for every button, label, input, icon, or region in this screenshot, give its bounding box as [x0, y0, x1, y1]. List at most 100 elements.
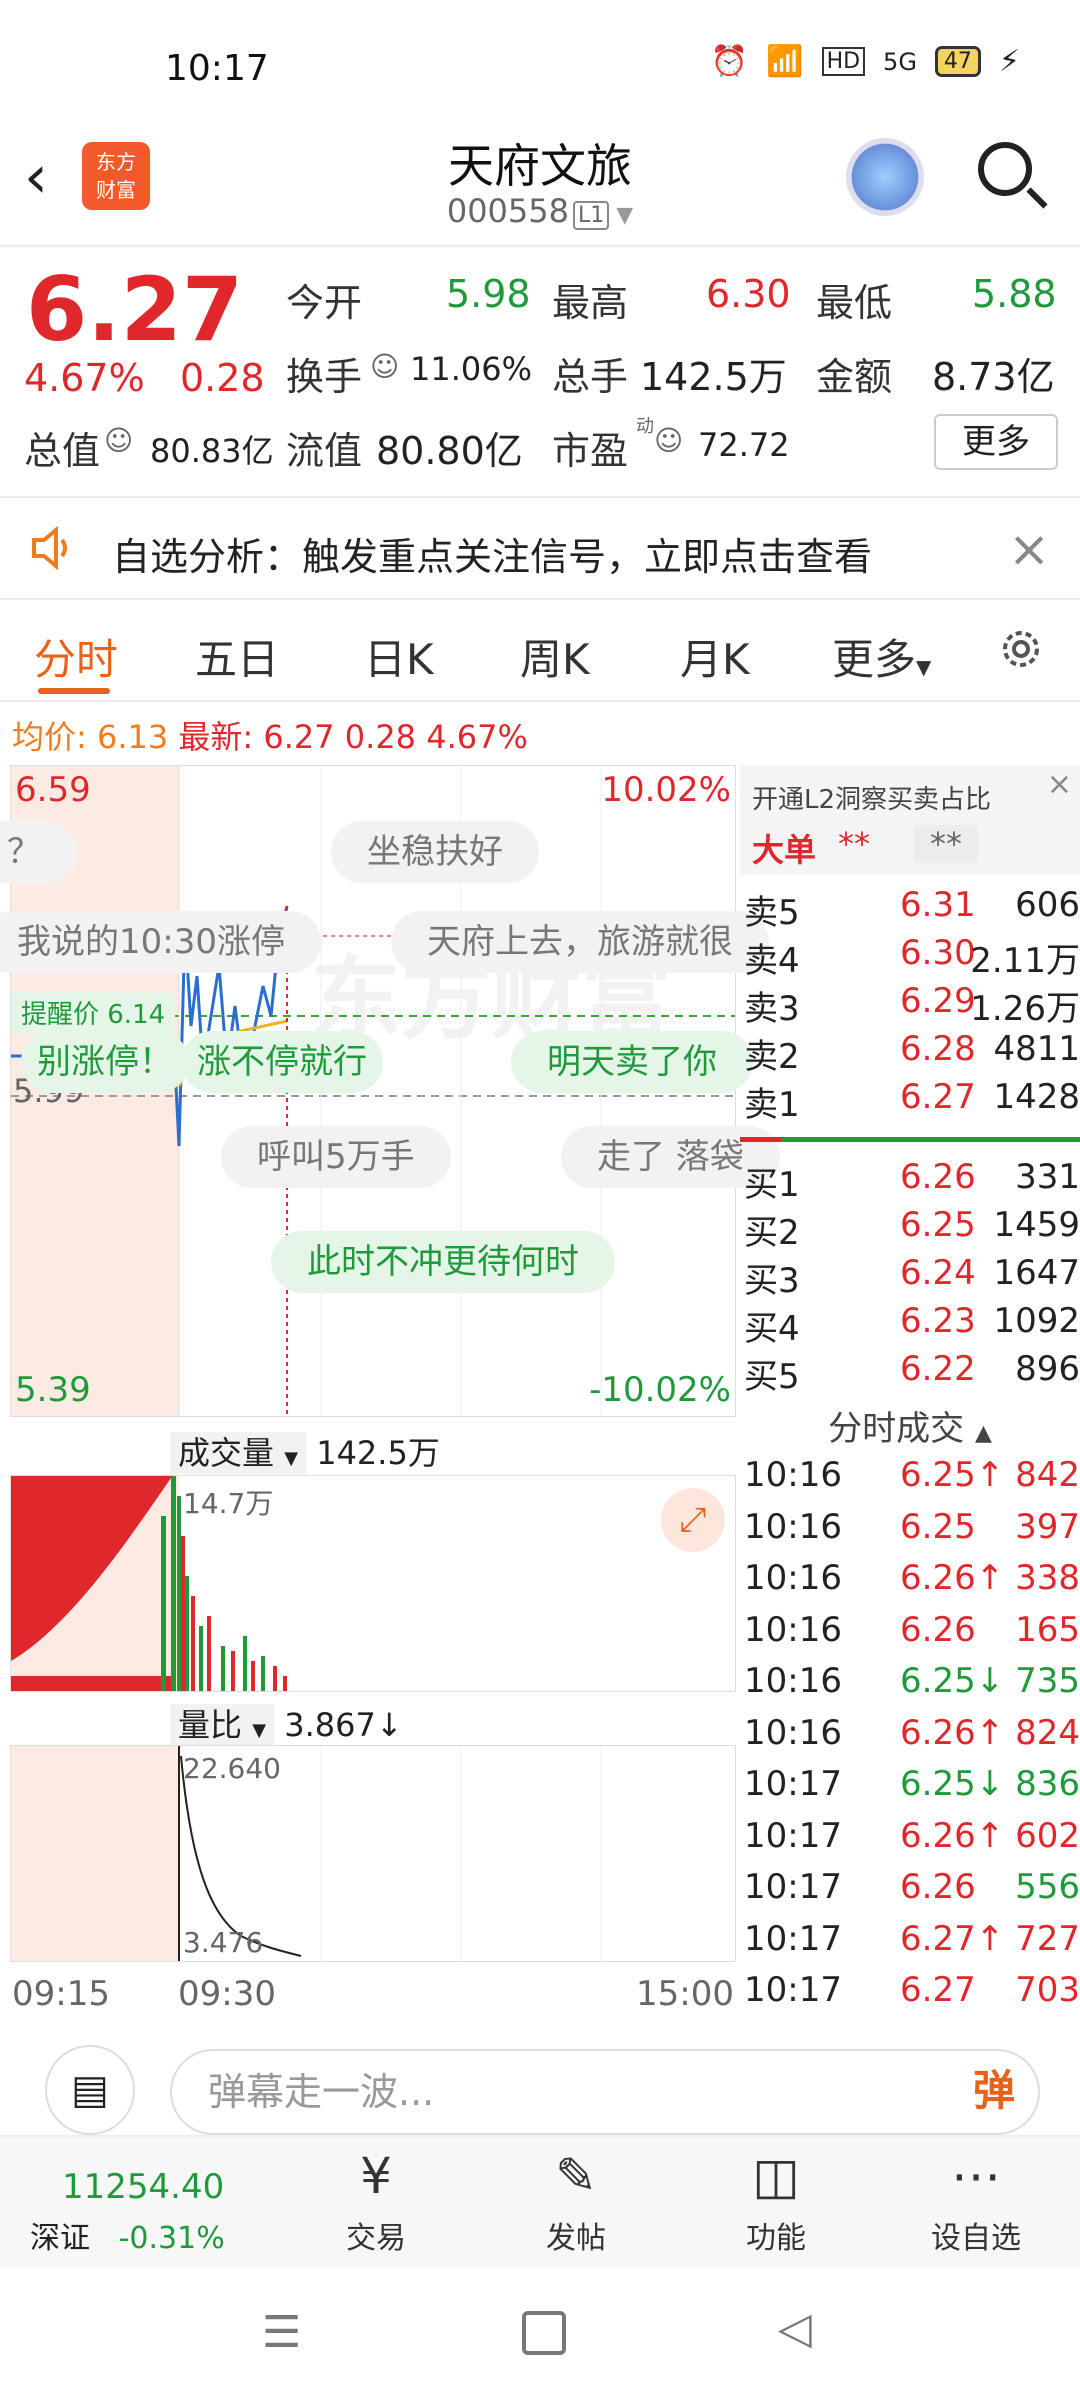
mktcap-value: 80.83亿 [150, 432, 274, 470]
volume-selector[interactable]: 成交量 ▼ [170, 1432, 307, 1474]
ticks-header[interactable]: 分时成交 ▲ [740, 1401, 1080, 1450]
latest-label: 最新: [178, 718, 254, 756]
tab-daily[interactable]: 日K [364, 626, 434, 687]
info-icon[interactable]: ☺ [104, 424, 133, 457]
l2-promo[interactable]: 开通L2洞察买卖占比 × 大单 ** ** [740, 765, 1080, 875]
tick-qty: 836 [1015, 1764, 1080, 1804]
search-icon[interactable] [978, 142, 1032, 196]
danmu-item[interactable]: 此时不冲更待何时 [271, 1231, 615, 1293]
robot-assistant-icon[interactable] [846, 138, 924, 216]
notice-text: 自选分析：触发重点关注信号，立即点击查看 [112, 535, 873, 579]
ratio-label: 量比 [178, 1706, 243, 1744]
bottom-nav: 11254.40 深证 -0.31% ¥ 交易 ✎ 发帖 ◫ 功能 ⋯ 设自选 [0, 2135, 1080, 2269]
time-axis-close: 15:00 [636, 1974, 734, 2014]
tick-row: 10:17 6.25↓ 836 [740, 1764, 1080, 1816]
more-button[interactable]: 更多 [934, 414, 1058, 470]
home-icon[interactable] [522, 2311, 566, 2355]
info-icon[interactable]: ☺ [370, 350, 399, 383]
tab-more[interactable]: 更多▼ [832, 626, 931, 687]
tab-5day[interactable]: 五日 [195, 626, 279, 687]
ask-label: 卖5 [744, 893, 800, 933]
menu-icon[interactable]: ☰ [262, 2307, 301, 2358]
back-nav-icon[interactable]: ◁ [778, 2303, 812, 2354]
tab-intraday[interactable]: 分时 [34, 626, 118, 687]
tick-time: 10:16 [744, 1506, 842, 1547]
danmu-item[interactable]: 我说的10:30涨停 [0, 911, 321, 973]
tick-time: 10:16 [744, 1712, 842, 1753]
gear-icon[interactable] [996, 624, 1046, 674]
notice-bar[interactable]: 自选分析：触发重点关注信号，立即点击查看 × [0, 496, 1080, 600]
open-label: 今开 [286, 281, 363, 325]
bid-label: 买4 [744, 1309, 800, 1349]
close-icon[interactable]: × [1008, 520, 1050, 578]
ratio-value: 3.867 [284, 1706, 376, 1744]
ask-label: 卖4 [744, 941, 800, 981]
volume-label: 成交量 [178, 1434, 275, 1472]
tab-weekly[interactable]: 周K [520, 626, 590, 687]
ratio-arrow: ↓ [375, 1706, 403, 1744]
ask-row: 卖3 6.29 1.26万 [740, 981, 1080, 1029]
tick-price: 6.25↓ [900, 1764, 1005, 1804]
tick-qty: 165 [1015, 1609, 1080, 1650]
hd-icon: HD [821, 47, 866, 76]
tab-monthly[interactable]: 月K [680, 626, 750, 687]
more-circle-icon: ⋯ [951, 2147, 1001, 2205]
danmu-input[interactable]: 弹幕走一波... [170, 2049, 1040, 2135]
stock-header: ‹ 东方 财富 天府文旅 000558 L1 ▼ [0, 120, 1080, 247]
ask-price: 6.30 [900, 933, 976, 973]
tab-more-label: 更多 [832, 635, 917, 684]
comment-settings-icon[interactable]: ▤ [45, 2045, 135, 2135]
info-icon[interactable]: ☺ [654, 424, 683, 457]
signal-icon: 5G [883, 47, 917, 76]
danmu-item[interactable]: 天府上去，旅游就很 [391, 911, 769, 973]
danmu-item[interactable]: 别涨停！ [21, 1031, 189, 1093]
danmu-toggle-button[interactable]: 弹 [954, 2051, 1034, 2131]
big-order-value: ** [838, 825, 870, 863]
bid-price: 6.26 [900, 1157, 976, 1197]
danmu-item[interactable]: 涨不停就行 [181, 1031, 383, 1093]
nav-post[interactable]: ✎ 发帖 [506, 2147, 646, 2257]
wifi-icon: 📶 [766, 44, 804, 79]
index-name: 深证 [30, 2221, 90, 2256]
low-value: 5.88 [972, 272, 1057, 316]
danmu-item[interactable]: ？ [0, 821, 77, 883]
danmu-item[interactable]: 明天卖了你 [511, 1031, 753, 1093]
ratio-selector[interactable]: 量比 ▼ [170, 1704, 275, 1746]
volume-bars-svg [11, 1476, 287, 1691]
nav-add-watchlist[interactable]: ⋯ 设自选 [906, 2147, 1046, 2257]
tick-price: 6.27 [900, 1970, 976, 2010]
ask-price: 6.28 [900, 1029, 976, 1069]
change-pct: 4.67% [24, 356, 145, 400]
tick-row: 10:16 6.26 165 [740, 1610, 1080, 1662]
ask-price: 6.27 [900, 1077, 976, 1117]
nav-trade[interactable]: ¥ 交易 [306, 2147, 446, 2257]
reminder-price-tag[interactable]: 提醒价 6.14 [11, 992, 176, 1033]
index-value: 11254.40 [62, 2167, 225, 2207]
tick-price: 6.26↑ [900, 1712, 1005, 1753]
tick-price: 6.26 [900, 1867, 976, 1907]
index-widget[interactable]: 11254.40 深证 -0.31% [30, 2167, 260, 2257]
volume-chart[interactable]: 14.7万 ⤢ [10, 1475, 736, 1692]
nav-functions[interactable]: ◫ 功能 [706, 2147, 846, 2257]
intraday-chart[interactable]: 东方财富 6.59 10.02% 5.99 5.39 -10.02% 提醒价 6… [0, 765, 780, 1417]
ratio-chart[interactable]: 22.640 3.476 [10, 1745, 736, 1962]
volume-total: 142.5万 [316, 1434, 440, 1472]
tick-qty: 824 [1015, 1712, 1080, 1753]
danmu-item[interactable]: 坐稳扶好 [331, 821, 539, 883]
pe-label: 市盈 [552, 429, 629, 473]
ask-price: 6.29 [900, 981, 976, 1021]
danmu-item[interactable]: 呼叫5万手 [221, 1126, 451, 1188]
float-label: 流值 [286, 429, 363, 473]
expand-icon[interactable]: ⤢ [661, 1488, 725, 1552]
ratio-min: 3.476 [183, 1926, 264, 1959]
bid-qty: 896 [1015, 1349, 1080, 1389]
float-value: 80.80亿 [376, 429, 523, 473]
volume-max: 14.7万 [183, 1487, 274, 1520]
tick-row: 10:16 6.25 397 [740, 1507, 1080, 1559]
tick-qty: 727 [1015, 1918, 1080, 1959]
tick-qty: 338 [1015, 1558, 1080, 1598]
comment-bar: ▤ 弹幕走一波... 弹 [0, 2025, 1080, 2135]
bid-row: 买2 6.25 1459 [740, 1205, 1080, 1253]
speaker-icon [32, 526, 67, 570]
close-icon[interactable]: × [1047, 767, 1072, 802]
